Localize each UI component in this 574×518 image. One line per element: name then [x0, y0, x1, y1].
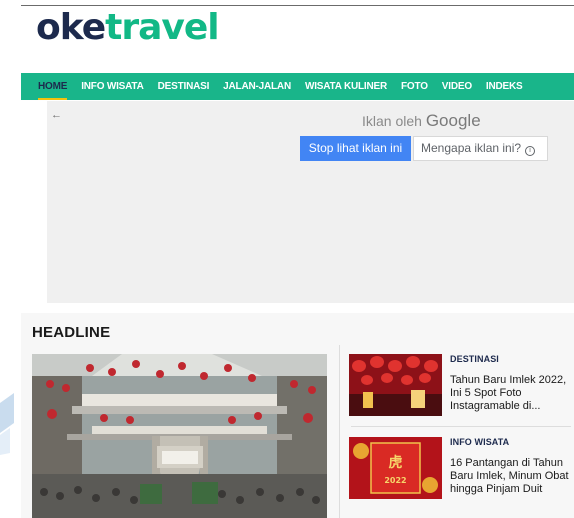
side-article-2-thumb[interactable]: 虎 2022 [349, 437, 442, 499]
main-nav: HOME INFO WISATA DESTINASI JALAN-JALAN W… [21, 73, 574, 100]
ad-by-text: Iklan oleh [362, 113, 422, 129]
nav-item-video[interactable]: VIDEO [442, 73, 472, 100]
why-ad-label: Mengapa iklan ini? [421, 141, 522, 155]
google-brand: Google [425, 111, 481, 130]
nav-item-home[interactable]: HOME [38, 73, 68, 100]
nav-item-foto[interactable]: FOTO [401, 73, 428, 100]
logo-oke: oke [36, 7, 106, 48]
logo-travel: travel [105, 7, 219, 48]
ad-panel: ← Iklan oleh Google Stop lihat iklan ini… [47, 101, 574, 303]
side-article-1-thumb[interactable] [349, 354, 442, 416]
nav-item-indeks[interactable]: INDEKS [486, 73, 523, 100]
side-article-1-title[interactable]: Tahun Baru Imlek 2022, Ini 5 Spot Foto I… [450, 374, 569, 413]
svg-text:虎: 虎 [389, 454, 403, 471]
side-article-2-category[interactable]: INFO WISATA [450, 437, 509, 447]
why-ad-button[interactable]: Mengapa iklan ini? i [413, 136, 548, 161]
info-icon: i [525, 146, 536, 156]
thumb-year-text: 2022 [384, 476, 406, 485]
ad-attribution: Iklan oleh Google [362, 111, 481, 131]
mall-photo [32, 354, 327, 518]
nav-item-info-wisata[interactable]: INFO WISATA [81, 73, 144, 100]
lanterns-photo [349, 354, 442, 416]
nav-item-destinasi[interactable]: DESTINASI [158, 73, 210, 100]
side-article-1[interactable]: DESTINASI Tahun Baru Imlek 2022, Ini 5 S… [349, 354, 569, 418]
imlek-card-photo: 虎 2022 [349, 437, 442, 499]
side-divider [351, 426, 571, 427]
side-article-2[interactable]: 虎 2022 INFO WISATA 16 Pantangan di Tahun… [349, 437, 569, 501]
column-divider [339, 345, 340, 518]
headline-section: HEADLINE DESTINASI Tahun Baru Imlek 2022… [21, 313, 574, 518]
headline-main-image[interactable] [32, 354, 327, 518]
nav-item-wisata-kuliner[interactable]: WISATA KULINER [305, 73, 387, 100]
stop-ad-button[interactable]: Stop lihat iklan ini [300, 136, 411, 161]
side-article-2-title[interactable]: 16 Pantangan di Tahun Baru Imlek, Minum … [450, 457, 569, 496]
nav-item-jalan-jalan[interactable]: JALAN-JALAN [223, 73, 291, 100]
side-article-1-category[interactable]: DESTINASI [450, 354, 499, 364]
back-arrow-icon[interactable]: ← [51, 109, 63, 121]
side-decoration [0, 393, 14, 455]
section-spacer [21, 303, 574, 313]
headline-title: HEADLINE [32, 324, 111, 341]
site-logo[interactable]: oketravel [36, 6, 220, 50]
